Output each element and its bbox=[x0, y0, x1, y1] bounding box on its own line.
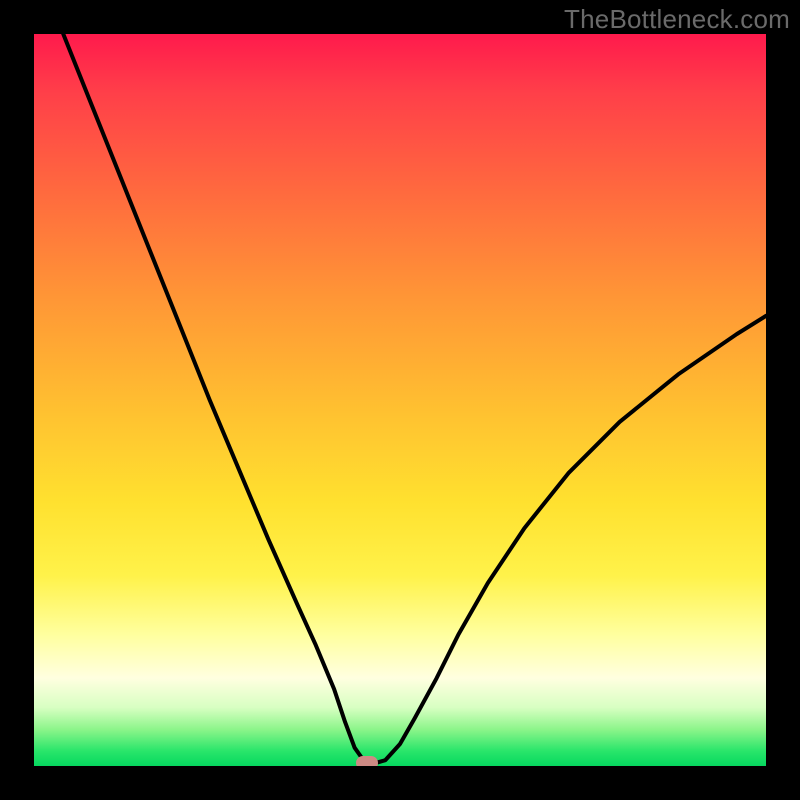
bottleneck-curve bbox=[34, 34, 766, 766]
chart-frame: TheBottleneck.com bbox=[0, 0, 800, 800]
optimal-point-marker bbox=[356, 756, 378, 766]
watermark-text: TheBottleneck.com bbox=[564, 4, 790, 35]
plot-area bbox=[34, 34, 766, 766]
bottleneck-curve-path bbox=[63, 34, 766, 762]
